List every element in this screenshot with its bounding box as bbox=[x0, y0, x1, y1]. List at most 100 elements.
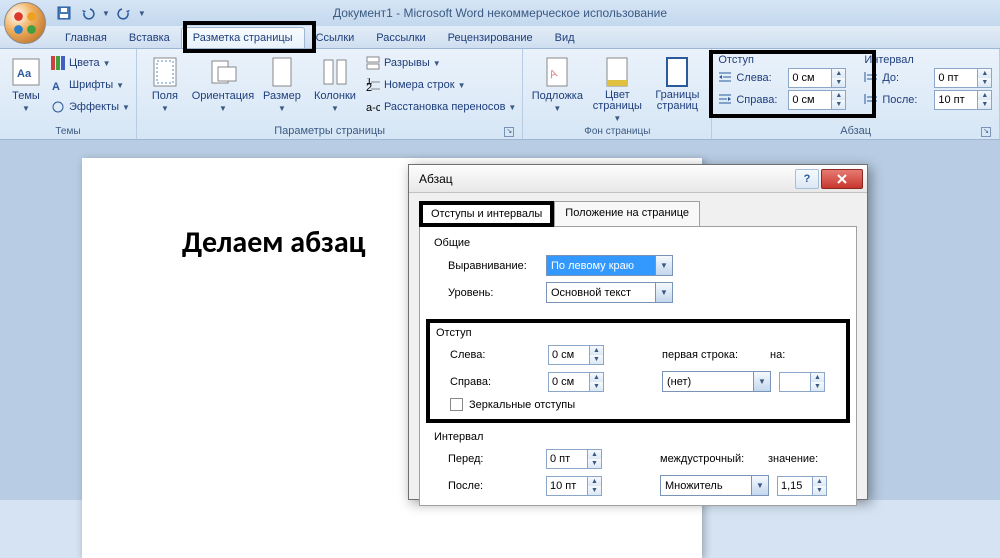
orientation-button[interactable]: Ориентация▼ bbox=[191, 52, 255, 113]
dialog-titlebar: Абзац ? bbox=[409, 165, 867, 193]
indent-right-spinner[interactable]: ▲▼ bbox=[788, 90, 846, 110]
dialog-title: Абзац bbox=[419, 172, 453, 186]
group-page-setup-label: Параметры страницы bbox=[274, 125, 385, 137]
indent-left-icon bbox=[718, 70, 732, 87]
dlg-before-label: Перед: bbox=[448, 453, 538, 465]
at-spinner[interactable]: ▲▼ bbox=[777, 476, 827, 496]
redo-icon[interactable] bbox=[114, 3, 134, 23]
checkbox-icon bbox=[450, 398, 463, 411]
space-after-label: После: bbox=[882, 94, 930, 106]
space-before-spinner[interactable]: ▲▼ bbox=[934, 68, 992, 88]
undo-dropdown-icon[interactable]: ▼ bbox=[102, 9, 110, 18]
line-numbers-icon: 12 bbox=[365, 77, 381, 93]
size-button[interactable]: Размер▼ bbox=[259, 52, 305, 113]
dialog-help-button[interactable]: ? bbox=[795, 169, 819, 189]
orientation-icon bbox=[207, 56, 239, 88]
tab-references[interactable]: Ссылки bbox=[305, 28, 366, 48]
page-setup-launcher[interactable]: ↘ bbox=[504, 127, 514, 137]
line-numbers-button[interactable]: 12Номера строк▼ bbox=[365, 74, 516, 96]
tab-home[interactable]: Главная bbox=[54, 28, 118, 48]
office-button[interactable] bbox=[4, 2, 46, 44]
quick-access-toolbar: ▼ ▼ bbox=[54, 3, 146, 23]
spin-up-icon[interactable]: ▲ bbox=[832, 69, 845, 78]
page-borders-button[interactable]: Границы страниц bbox=[649, 52, 705, 112]
outline-level-combo[interactable]: ▼ bbox=[546, 282, 673, 303]
themes-icon: Aa bbox=[10, 56, 42, 88]
margins-button[interactable]: Поля▼ bbox=[143, 52, 187, 113]
indent-left-spinner[interactable]: ▲▼ bbox=[788, 68, 846, 88]
group-paragraph: Отступ Слева:▲▼ Справа:▲▼ Интервал До:▲▼… bbox=[712, 49, 1000, 139]
dlg-left-label: Слева: bbox=[450, 349, 540, 361]
chevron-down-icon[interactable]: ▼ bbox=[655, 256, 672, 275]
tab-page-layout[interactable]: Разметка страницы bbox=[181, 27, 305, 48]
by-label: на: bbox=[770, 349, 800, 361]
dialog-body: Общие Выравнивание: ▼ Уровень: ▼ Отступ … bbox=[419, 226, 857, 506]
space-before-label: До: bbox=[882, 72, 930, 84]
hyphenation-icon: a-c bbox=[365, 99, 381, 115]
dlg-after-spinner[interactable]: ▲▼ bbox=[546, 476, 602, 496]
watermark-button[interactable]: AПодложка▼ bbox=[529, 52, 585, 113]
dialog-tabs: Отступы и интервалы Положение на страниц… bbox=[409, 193, 867, 227]
svg-text:2: 2 bbox=[366, 82, 372, 92]
svg-text:Aa: Aa bbox=[17, 68, 32, 80]
dlg-after-label: После: bbox=[448, 480, 538, 492]
margins-icon bbox=[149, 56, 181, 88]
colors-icon bbox=[50, 55, 66, 71]
indent-heading: Отступ bbox=[718, 54, 846, 66]
page-color-icon bbox=[601, 56, 633, 88]
paragraph-dialog: Абзац ? Отступы и интервалы Положение на… bbox=[408, 164, 868, 500]
effects-icon bbox=[50, 99, 66, 115]
dlg-before-spinner[interactable]: ▲▼ bbox=[546, 449, 602, 469]
spacing-section: Интервал Перед: ▲▼ междустрочный: значен… bbox=[434, 431, 842, 502]
document-text: Делаем абзац bbox=[182, 224, 366, 261]
alignment-label: Выравнивание: bbox=[448, 260, 538, 272]
tab-mailings[interactable]: Рассылки bbox=[365, 28, 436, 48]
group-page-background: AПодложка▼ Цвет страницы▼ Границы страни… bbox=[523, 49, 712, 139]
size-icon bbox=[266, 56, 298, 88]
qat-customize-icon[interactable]: ▼ bbox=[138, 9, 146, 18]
tab-insert[interactable]: Вставка bbox=[118, 28, 181, 48]
tab-view[interactable]: Вид bbox=[544, 28, 586, 48]
line-spacing-combo[interactable]: ▼ bbox=[660, 475, 769, 496]
general-legend: Общие bbox=[434, 237, 470, 249]
theme-effects-button[interactable]: Эффекты▼ bbox=[50, 96, 130, 118]
undo-icon[interactable] bbox=[78, 3, 98, 23]
tab-review[interactable]: Рецензирование bbox=[437, 28, 544, 48]
dialog-tab-position[interactable]: Положение на странице bbox=[554, 201, 700, 227]
save-icon[interactable] bbox=[54, 3, 74, 23]
mirror-indents-checkbox[interactable]: Зеркальные отступы bbox=[450, 398, 840, 411]
spacing-legend: Интервал bbox=[434, 431, 483, 443]
svg-text:a-c: a-c bbox=[366, 102, 380, 114]
page-color-button[interactable]: Цвет страницы▼ bbox=[589, 52, 645, 123]
fonts-icon: A bbox=[50, 77, 66, 93]
indent-legend: Отступ bbox=[436, 327, 472, 339]
breaks-icon bbox=[365, 55, 381, 71]
themes-button[interactable]: Aa Темы ▼ bbox=[6, 52, 46, 113]
theme-fonts-button[interactable]: AШрифты▼ bbox=[50, 74, 130, 96]
dlg-right-spinner[interactable]: ▲▼ bbox=[548, 372, 604, 392]
by-spinner[interactable]: ▲▼ bbox=[779, 372, 825, 392]
first-line-combo[interactable]: ▼ bbox=[662, 371, 771, 392]
at-label: значение: bbox=[768, 453, 828, 465]
alignment-combo[interactable]: ▼ bbox=[546, 255, 673, 276]
spin-down-icon[interactable]: ▼ bbox=[832, 78, 845, 87]
indent-left-label: Слева: bbox=[736, 72, 784, 84]
themes-label: Темы bbox=[12, 90, 40, 102]
group-paragraph-label: Абзац bbox=[840, 125, 871, 137]
outline-level-label: Уровень: bbox=[448, 287, 538, 299]
breaks-button[interactable]: Разрывы▼ bbox=[365, 52, 516, 74]
dialog-close-button[interactable] bbox=[821, 169, 863, 189]
titlebar: ▼ ▼ Документ1 - Microsoft Word некоммерч… bbox=[0, 0, 1000, 26]
page-borders-icon bbox=[661, 56, 693, 88]
ribbon-tabs: Главная Вставка Разметка страницы Ссылки… bbox=[0, 26, 1000, 49]
svg-text:A: A bbox=[52, 81, 60, 92]
columns-button[interactable]: Колонки▼ bbox=[309, 52, 361, 113]
dlg-left-spinner[interactable]: ▲▼ bbox=[548, 345, 604, 365]
paragraph-launcher[interactable]: ↘ bbox=[981, 127, 991, 137]
space-after-spinner[interactable]: ▲▼ bbox=[934, 90, 992, 110]
theme-colors-button[interactable]: Цвета▼ bbox=[50, 52, 130, 74]
dlg-right-label: Справа: bbox=[450, 376, 540, 388]
dialog-tab-indents[interactable]: Отступы и интервалы bbox=[419, 201, 554, 227]
hyphenation-button[interactable]: a-cРасстановка переносов▼ bbox=[365, 96, 516, 118]
space-before-icon bbox=[864, 70, 878, 87]
